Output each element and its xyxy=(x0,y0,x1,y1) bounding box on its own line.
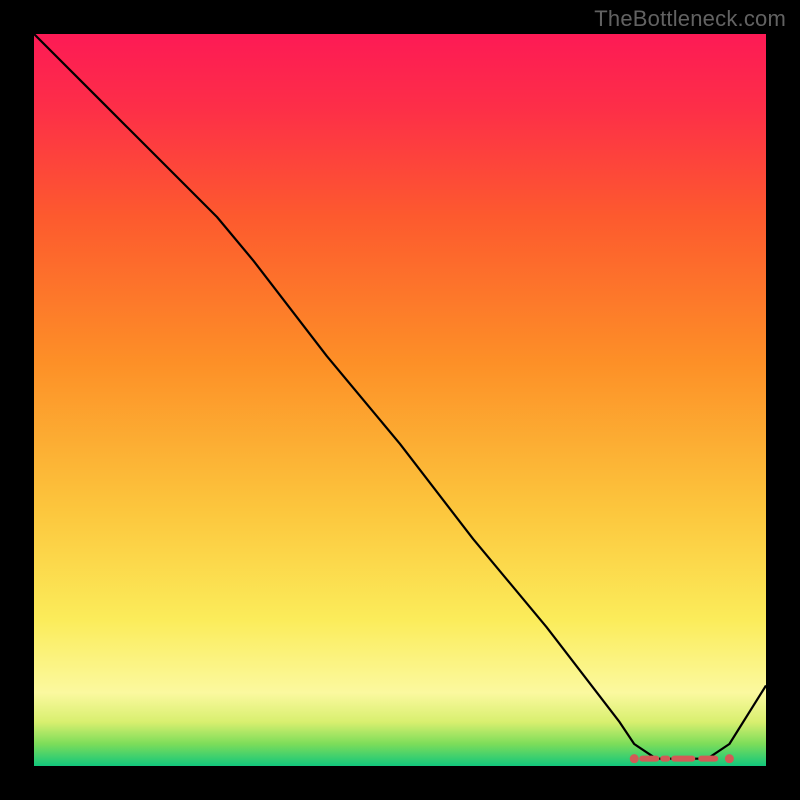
chart-plot-area xyxy=(34,34,766,766)
watermark-text: TheBottleneck.com xyxy=(594,6,786,32)
chart-svg xyxy=(34,34,766,766)
chart-frame: TheBottleneck.com xyxy=(0,0,800,800)
